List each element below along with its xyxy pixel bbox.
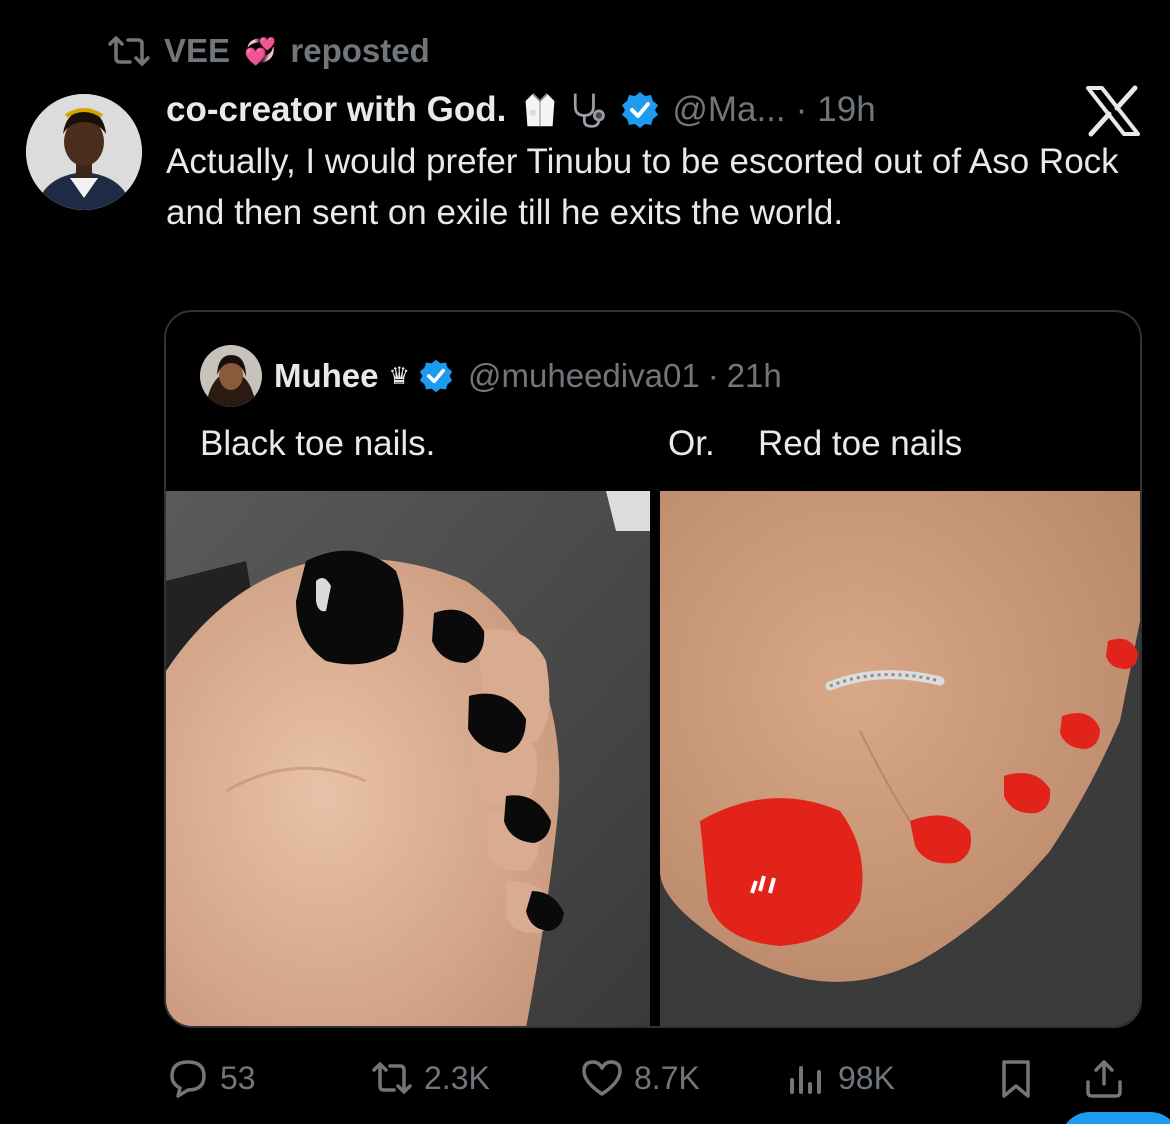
repost-count: 2.3K — [424, 1059, 490, 1096]
reply-count: 53 — [220, 1059, 256, 1096]
repost-user-emoji: 💞 — [244, 35, 277, 66]
repost-action-label: reposted — [290, 32, 430, 69]
compose-fab-button[interactable] — [1060, 1112, 1170, 1124]
quoted-time-separator: · — [707, 357, 719, 394]
time-separator: · — [795, 90, 808, 129]
quoted-author-display-name[interactable]: Muhee — [274, 357, 379, 395]
author-display-name[interactable]: co-creator with God. — [166, 90, 506, 130]
quoted-media-grid — [166, 491, 1140, 1026]
share-button[interactable] — [1082, 1050, 1126, 1106]
share-icon — [1086, 1060, 1122, 1098]
quoted-tweet-header: Muhee ♛ @muheediva01 · 21h — [200, 344, 782, 408]
author-handle[interactable]: @Ma... — [672, 90, 785, 130]
like-button[interactable]: 8.7K — [580, 1050, 700, 1106]
reply-icon — [170, 1060, 206, 1098]
quoted-tweet-time[interactable]: 21h — [727, 357, 782, 395]
stethoscope-emoji — [568, 90, 608, 130]
x-logo-icon — [1086, 85, 1140, 137]
bookmark-icon — [1002, 1060, 1030, 1098]
quoted-tweet-card[interactable]: Muhee ♛ @muheediva01 · 21h Black toe nai… — [164, 310, 1142, 1028]
repost-user[interactable]: VEE — [164, 32, 230, 70]
red-toe-nails-photo[interactable] — [660, 491, 1140, 1026]
quoted-text-option-red: Red toe nails — [758, 424, 963, 463]
quoted-text-option-black: Black toe nails. — [200, 424, 436, 463]
tweet-header: co-creator with God. @Ma... · 19h — [166, 84, 876, 136]
author-avatar[interactable] — [26, 94, 142, 210]
crown-icon: ♛ — [388, 362, 411, 390]
like-count: 8.7K — [634, 1059, 700, 1096]
repost-icon — [372, 1062, 412, 1094]
tweet-text: Actually, I would prefer Tinubu to be es… — [166, 142, 1119, 232]
reply-button[interactable]: 53 — [166, 1050, 256, 1106]
quoted-author-avatar[interactable] — [200, 345, 262, 407]
quoted-author-handle[interactable]: @muheediva01 — [468, 357, 700, 395]
repost-button[interactable]: 2.3K — [370, 1050, 490, 1106]
repost-icon — [108, 36, 150, 66]
black-toe-nails-photo[interactable] — [166, 491, 650, 1026]
views-count: 98K — [838, 1059, 895, 1096]
quoted-text-or: Or. — [668, 424, 715, 463]
tweet-actions: 53 2.3K 8.7K 98K — [0, 1050, 1170, 1106]
views-icon — [790, 1066, 821, 1094]
heart-icon — [582, 1060, 622, 1096]
repost-banner[interactable]: VEE 💞 reposted — [108, 30, 430, 72]
verified-badge-icon — [419, 359, 453, 393]
views-button[interactable]: 98K — [784, 1050, 895, 1106]
lab-coat-emoji — [522, 90, 558, 130]
verified-badge-icon — [622, 92, 659, 128]
bookmark-button[interactable] — [994, 1050, 1038, 1106]
tweet-time[interactable]: 19h — [817, 90, 875, 130]
